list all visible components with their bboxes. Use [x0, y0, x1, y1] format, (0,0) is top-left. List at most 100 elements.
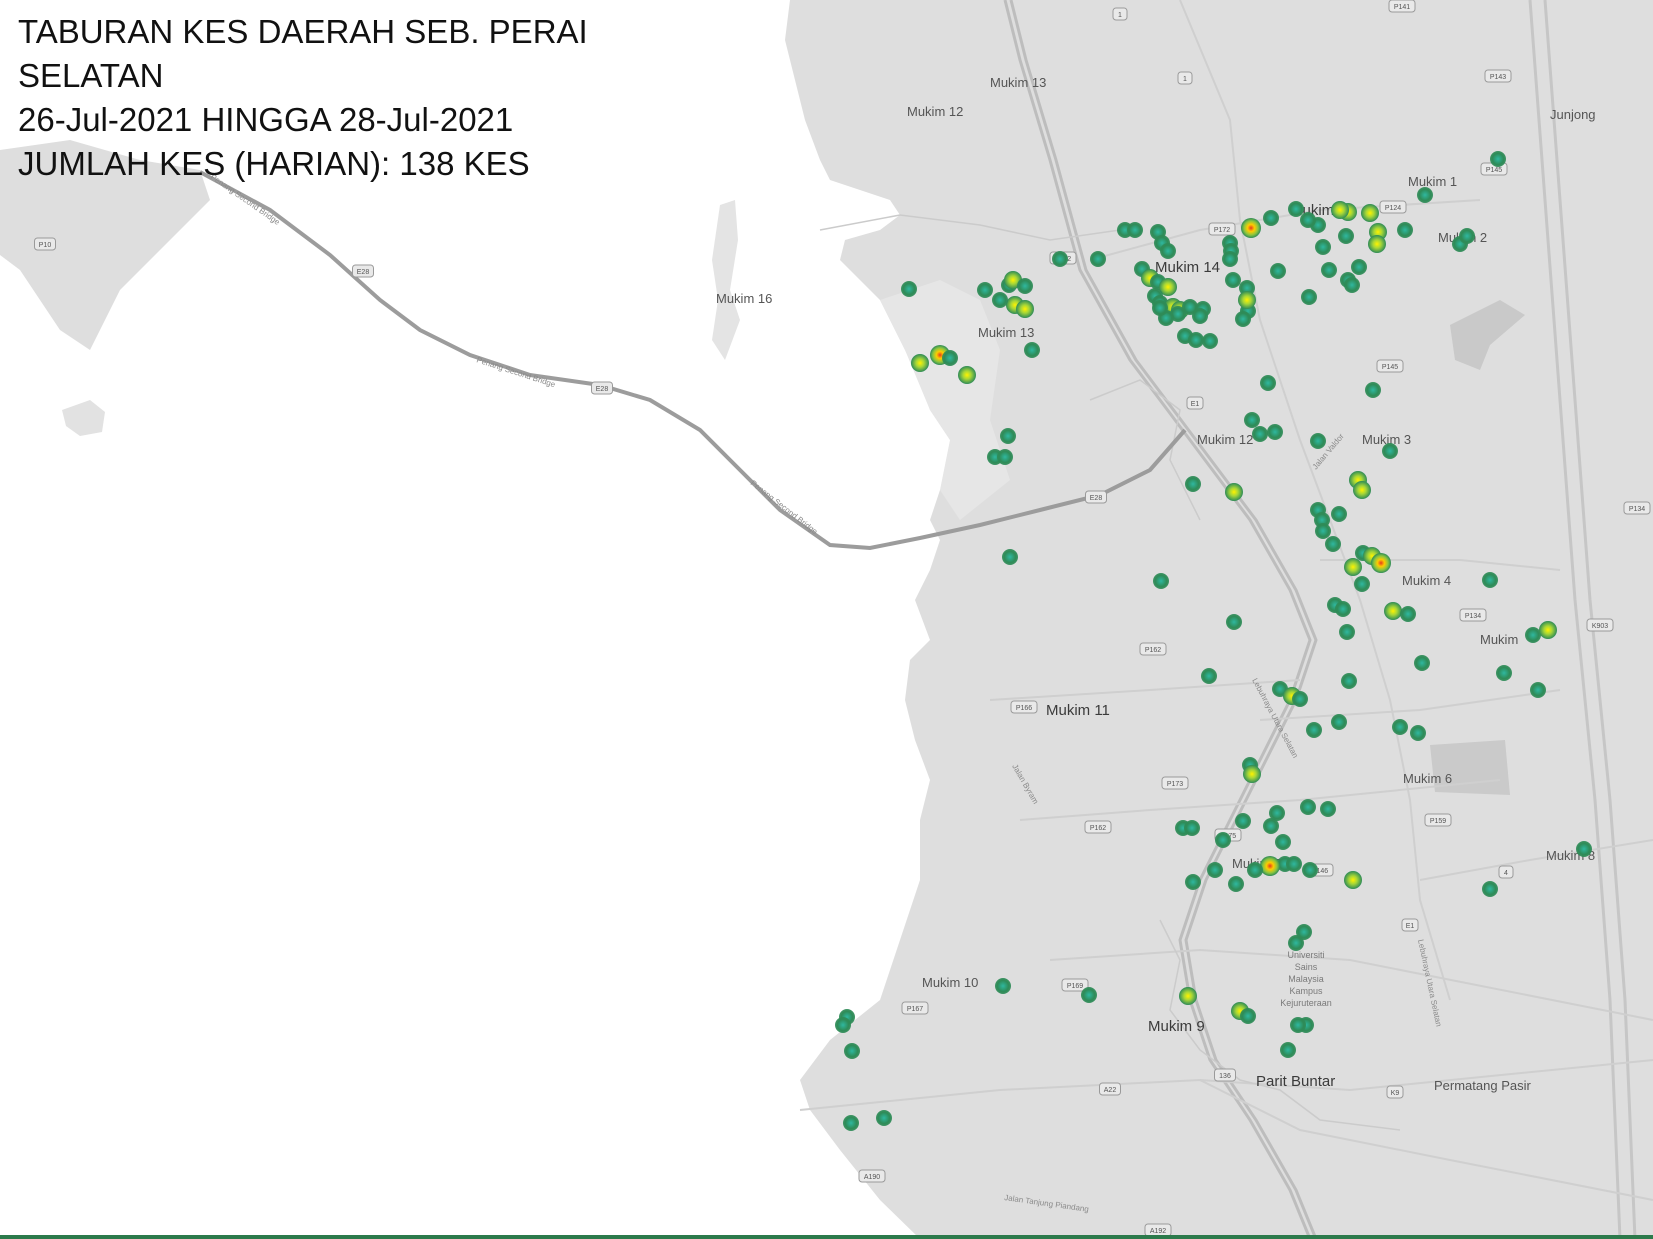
- case-point[interactable]: [1260, 375, 1276, 391]
- case-point[interactable]: [1000, 428, 1016, 444]
- case-point[interactable]: [1127, 222, 1143, 238]
- case-point[interactable]: [1228, 876, 1244, 892]
- case-point[interactable]: [1331, 506, 1347, 522]
- case-point[interactable]: [911, 354, 929, 372]
- case-point[interactable]: [1361, 204, 1379, 222]
- case-point[interactable]: [1290, 1017, 1306, 1033]
- case-point[interactable]: [1321, 262, 1337, 278]
- case-point[interactable]: [1240, 1008, 1256, 1024]
- case-point[interactable]: [995, 978, 1011, 994]
- case-point[interactable]: [1160, 243, 1176, 259]
- case-point[interactable]: [1215, 832, 1231, 848]
- case-point[interactable]: [1226, 614, 1242, 630]
- case-hotspot[interactable]: [1241, 218, 1261, 238]
- case-point[interactable]: [1188, 332, 1204, 348]
- case-point[interactable]: [1252, 426, 1268, 442]
- case-point[interactable]: [1300, 212, 1316, 228]
- case-point[interactable]: [1179, 987, 1197, 1005]
- case-point[interactable]: [1288, 201, 1304, 217]
- case-point[interactable]: [1244, 412, 1260, 428]
- case-point[interactable]: [1286, 856, 1302, 872]
- case-point[interactable]: [1320, 801, 1336, 817]
- case-point[interactable]: [1353, 481, 1371, 499]
- case-point[interactable]: [1384, 602, 1402, 620]
- case-hotspot[interactable]: [1260, 856, 1280, 876]
- case-point[interactable]: [1339, 624, 1355, 640]
- case-point[interactable]: [1016, 300, 1034, 318]
- case-point[interactable]: [1576, 841, 1592, 857]
- case-point[interactable]: [1225, 483, 1243, 501]
- case-point[interactable]: [977, 282, 993, 298]
- case-point[interactable]: [1344, 871, 1362, 889]
- case-point[interactable]: [1525, 627, 1541, 643]
- case-point[interactable]: [1238, 291, 1256, 309]
- case-point[interactable]: [1306, 722, 1322, 738]
- case-point[interactable]: [901, 281, 917, 297]
- case-point[interactable]: [1410, 725, 1426, 741]
- case-point[interactable]: [844, 1043, 860, 1059]
- case-point[interactable]: [992, 292, 1008, 308]
- case-point[interactable]: [1482, 881, 1498, 897]
- case-point[interactable]: [1302, 862, 1318, 878]
- case-point[interactable]: [1081, 987, 1097, 1003]
- case-point[interactable]: [1090, 251, 1106, 267]
- case-point[interactable]: [1185, 874, 1201, 890]
- case-point[interactable]: [1243, 765, 1261, 783]
- case-point[interactable]: [1482, 572, 1498, 588]
- case-point[interactable]: [1235, 813, 1251, 829]
- case-point[interactable]: [1267, 424, 1283, 440]
- case-point[interactable]: [1414, 655, 1430, 671]
- case-point[interactable]: [1288, 935, 1304, 951]
- case-point[interactable]: [1530, 682, 1546, 698]
- case-point[interactable]: [1024, 342, 1040, 358]
- case-point[interactable]: [1459, 228, 1475, 244]
- case-point[interactable]: [1280, 1042, 1296, 1058]
- case-point[interactable]: [1201, 668, 1217, 684]
- case-point[interactable]: [1153, 573, 1169, 589]
- case-point[interactable]: [835, 1017, 851, 1033]
- case-point[interactable]: [1400, 606, 1416, 622]
- case-point[interactable]: [1382, 443, 1398, 459]
- case-point[interactable]: [1300, 799, 1316, 815]
- case-point[interactable]: [1225, 272, 1241, 288]
- case-point[interactable]: [1325, 536, 1341, 552]
- case-point[interactable]: [1207, 862, 1223, 878]
- case-point[interactable]: [1292, 691, 1308, 707]
- case-point[interactable]: [1539, 621, 1557, 639]
- case-point[interactable]: [1344, 277, 1360, 293]
- case-point[interactable]: [1331, 714, 1347, 730]
- case-point[interactable]: [958, 366, 976, 384]
- case-point[interactable]: [1263, 210, 1279, 226]
- case-point[interactable]: [1368, 235, 1386, 253]
- case-point[interactable]: [1417, 187, 1433, 203]
- case-point[interactable]: [1184, 820, 1200, 836]
- case-point[interactable]: [1270, 263, 1286, 279]
- case-point[interactable]: [942, 350, 958, 366]
- case-point[interactable]: [1351, 259, 1367, 275]
- case-point[interactable]: [997, 449, 1013, 465]
- case-point[interactable]: [1392, 719, 1408, 735]
- case-point[interactable]: [1301, 289, 1317, 305]
- case-point[interactable]: [1275, 834, 1291, 850]
- case-point[interactable]: [843, 1115, 859, 1131]
- case-point[interactable]: [1496, 665, 1512, 681]
- case-point[interactable]: [1202, 333, 1218, 349]
- case-point[interactable]: [1192, 308, 1208, 324]
- case-hotspot[interactable]: [1371, 553, 1391, 573]
- case-point[interactable]: [1365, 382, 1381, 398]
- case-point[interactable]: [1152, 300, 1168, 316]
- case-point[interactable]: [1222, 251, 1238, 267]
- case-point[interactable]: [1315, 239, 1331, 255]
- case-point[interactable]: [1263, 818, 1279, 834]
- case-point[interactable]: [1247, 862, 1263, 878]
- case-point[interactable]: [1335, 601, 1351, 617]
- case-point[interactable]: [1397, 222, 1413, 238]
- case-point[interactable]: [876, 1110, 892, 1126]
- case-point[interactable]: [1338, 228, 1354, 244]
- case-point[interactable]: [1185, 476, 1201, 492]
- case-point[interactable]: [1052, 251, 1068, 267]
- case-point[interactable]: [1002, 549, 1018, 565]
- case-point[interactable]: [1315, 523, 1331, 539]
- case-point[interactable]: [1331, 201, 1349, 219]
- case-point[interactable]: [1235, 311, 1251, 327]
